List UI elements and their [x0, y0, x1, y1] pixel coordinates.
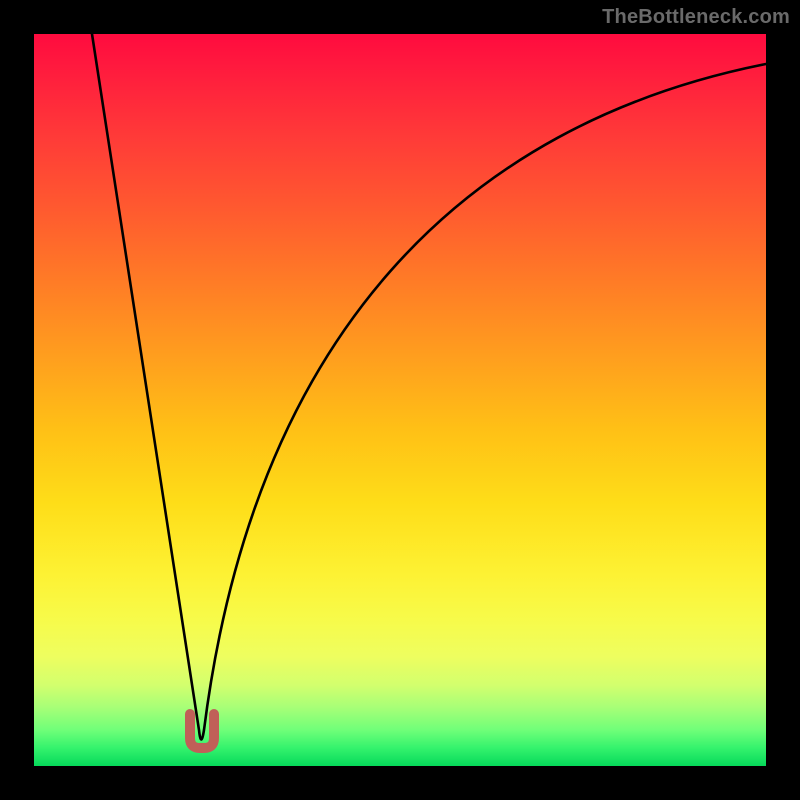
- watermark-text: TheBottleneck.com: [602, 6, 790, 29]
- plot-area: [34, 34, 766, 766]
- chart-frame: TheBottleneck.com: [0, 0, 800, 800]
- minimum-marker: [190, 714, 214, 748]
- bottleneck-curve: [92, 34, 766, 740]
- curve-layer: [34, 34, 766, 766]
